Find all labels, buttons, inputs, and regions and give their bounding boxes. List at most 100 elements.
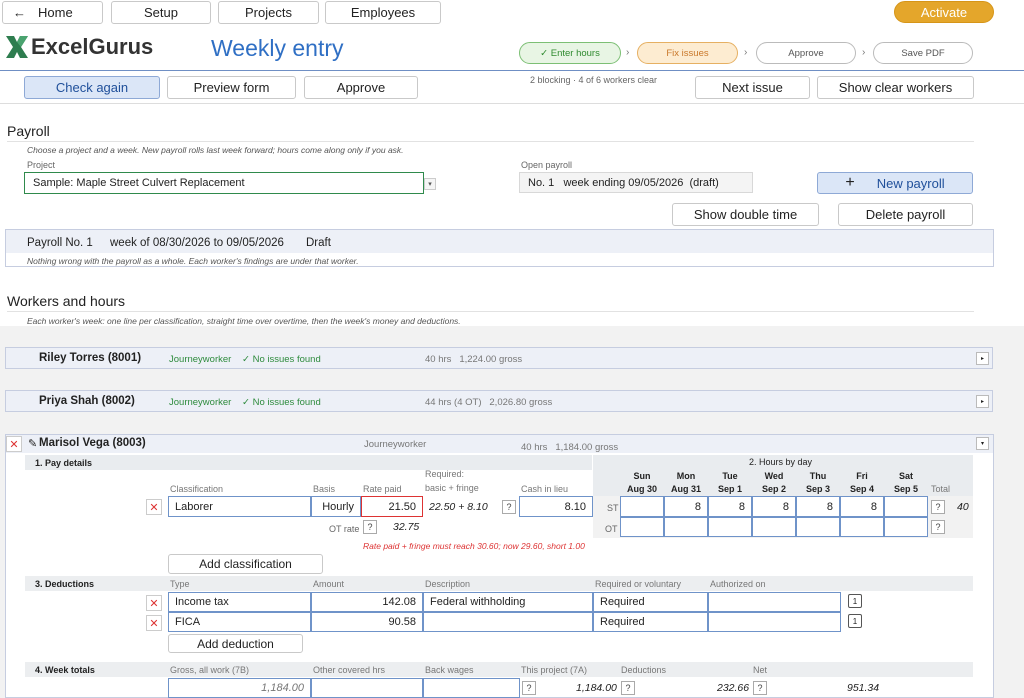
deduction-type-field[interactable]: FICA	[168, 612, 311, 632]
deductions-help-button[interactable]: ?	[621, 681, 635, 695]
deduction-amount-field[interactable]: 142.08	[311, 592, 423, 612]
remove-worker-button[interactable]: ✕	[6, 436, 22, 452]
step-approve[interactable]: Approve	[756, 42, 856, 64]
employees-button[interactable]: Employees	[325, 1, 441, 24]
show-double-time-button[interactable]: Show double time	[672, 203, 819, 226]
open-worker-class: Journeyworker	[364, 439, 427, 450]
basis-field[interactable]: Hourly	[311, 496, 361, 517]
step-enter-hours[interactable]: ✓ Enter hours	[519, 42, 621, 64]
day-date: Aug 31	[670, 484, 701, 494]
ot-hours-cell[interactable]	[884, 517, 928, 537]
new-payroll-button[interactable]: + New payroll	[817, 172, 973, 194]
deductions-total-value: 232.66	[717, 682, 750, 694]
st-total-help-button[interactable]: ?	[931, 500, 945, 514]
chevron-right-icon: ›	[862, 47, 866, 58]
project-dropdown-arrow[interactable]: ▾	[424, 178, 436, 190]
step-save-pdf[interactable]: Save PDF	[873, 42, 973, 64]
st-label: ST	[607, 503, 619, 513]
calendar-icon[interactable]: 1	[848, 614, 862, 628]
projects-button[interactable]: Projects	[218, 1, 319, 24]
classification-field[interactable]: Laborer	[168, 496, 311, 517]
project-select[interactable]: Sample: Maple Street Culvert Replacement	[24, 172, 424, 194]
deduction-authorized-field[interactable]	[708, 592, 841, 612]
this-project-help-button[interactable]: ?	[522, 681, 536, 695]
col-this-project: This project (7A)	[521, 665, 588, 675]
gross-value: 1,184.00	[261, 682, 304, 694]
worker-class: Journeyworker	[169, 397, 232, 408]
ot-hours-cell[interactable]	[840, 517, 884, 537]
edit-pencil-icon[interactable]: ✎	[28, 437, 37, 450]
remove-deduction-button[interactable]: ✕	[146, 595, 162, 611]
workers-heading: Workers and hours	[7, 293, 126, 309]
open-worker-name: Marisol Vega (8003)	[39, 437, 146, 449]
ot-hours-cell[interactable]	[620, 517, 664, 537]
gross-field[interactable]: 1,184.00	[168, 678, 311, 698]
st-hours-cell[interactable]	[620, 496, 664, 517]
next-issue-button[interactable]: Next issue	[695, 76, 810, 99]
deduction-required-field[interactable]: Required	[593, 612, 708, 632]
st-hours-cell[interactable]	[884, 496, 928, 517]
st-hours-cell[interactable]: 8	[708, 496, 752, 517]
st-hours-cell[interactable]: 8	[796, 496, 840, 517]
deduction-required-field[interactable]: Required	[593, 592, 708, 612]
day-date: Sep 3	[805, 484, 830, 494]
col-net: Net	[753, 665, 768, 675]
ot-hours-cell[interactable]	[664, 517, 708, 537]
deduction-type-field[interactable]: Income tax	[168, 592, 311, 612]
ot-hours-cell[interactable]	[752, 517, 796, 537]
day-date: Sep 1	[717, 484, 742, 494]
expand-toggle[interactable]: ▸	[976, 352, 989, 365]
deduction-description-field[interactable]	[423, 612, 593, 632]
approve-button[interactable]: Approve	[304, 76, 418, 99]
col-description: Description	[425, 579, 471, 589]
calendar-icon[interactable]: 1	[848, 594, 862, 608]
check-again-button[interactable]: Check again	[24, 76, 160, 99]
worker-status: ✓ No issues found	[242, 397, 321, 408]
net-help-button[interactable]: ?	[753, 681, 767, 695]
worker-hours: 40 hrs 1,224.00 gross	[425, 354, 523, 365]
activate-button[interactable]: Activate	[894, 1, 994, 23]
day-date: Sep 2	[761, 484, 786, 494]
brand-name: ExcelGurus	[31, 34, 154, 59]
ot-rate-help-button[interactable]: ?	[363, 520, 377, 534]
deduction-authorized-field[interactable]	[708, 612, 841, 632]
worker-row[interactable]: Riley Torres (8001) Journeyworker ✓ No i…	[5, 347, 993, 369]
collapse-toggle[interactable]: ▾	[976, 437, 989, 450]
col-authorized: Authorized on	[710, 579, 766, 589]
cash-in-lieu-field[interactable]: 8.10	[519, 496, 593, 517]
add-deduction-button[interactable]: Add deduction	[168, 634, 303, 653]
st-hours-cell[interactable]: 8	[840, 496, 884, 517]
expand-toggle[interactable]: ▸	[976, 395, 989, 408]
remove-classification-button[interactable]: ✕	[146, 499, 162, 515]
st-hours-cell[interactable]: 8	[752, 496, 796, 517]
required-value: 22.50 + 8.10	[429, 501, 488, 513]
home-button[interactable]: ← Home	[2, 1, 103, 24]
st-hours-cell[interactable]: 8	[664, 496, 708, 517]
delete-payroll-button[interactable]: Delete payroll	[838, 203, 973, 226]
col-classification: Classification	[170, 484, 224, 494]
worker-hours: 44 hrs (4 OT) 2,026.80 gross	[425, 397, 553, 408]
deduction-description-field[interactable]: Federal withholding	[423, 592, 593, 612]
deduction-amount-field[interactable]: 90.58	[311, 612, 423, 632]
add-classification-button[interactable]: Add classification	[168, 554, 323, 574]
ot-total-help-button[interactable]: ?	[931, 520, 945, 534]
day-name: Sun	[633, 471, 651, 481]
caret-right-icon: ▸	[980, 356, 984, 362]
ot-hours-cell[interactable]	[796, 517, 840, 537]
day-date: Sep 4	[849, 484, 874, 494]
col-required-sub: basic + fringe	[425, 483, 479, 493]
back-wages-field[interactable]	[423, 678, 520, 698]
ot-hours-cell[interactable]	[708, 517, 752, 537]
rate-paid-field[interactable]: 21.50	[361, 496, 423, 517]
worker-row[interactable]: Priya Shah (8002) Journeyworker ✓ No iss…	[5, 390, 993, 412]
show-clear-workers-button[interactable]: Show clear workers	[817, 76, 974, 99]
preview-form-button[interactable]: Preview form	[167, 76, 296, 99]
other-hrs-field[interactable]	[311, 678, 423, 698]
day-date: Aug 30	[626, 484, 657, 494]
brand-logo: ExcelGurus	[4, 34, 153, 60]
open-payroll-label: Open payroll	[521, 160, 573, 170]
required-help-button[interactable]: ?	[502, 500, 516, 514]
remove-deduction-button[interactable]: ✕	[146, 615, 162, 631]
step-fix-issues[interactable]: Fix issues	[637, 42, 738, 64]
setup-button[interactable]: Setup	[111, 1, 211, 24]
